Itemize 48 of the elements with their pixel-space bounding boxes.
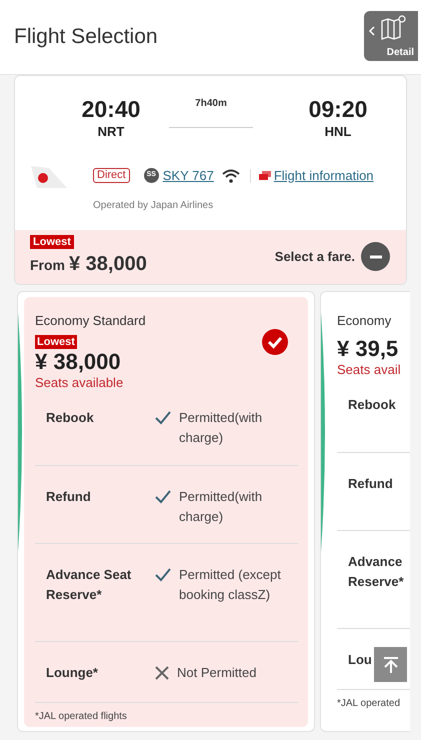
departure-airport: NRT [98, 123, 124, 141]
fare-rule-label: Lou [348, 651, 372, 669]
fare-price: ¥ 39,5 [337, 336, 400, 362]
fare-rule-label: Advance Reserve* [348, 553, 405, 591]
arrival-airport: HNL [324, 123, 352, 141]
map-icon [368, 15, 408, 41]
detail-button[interactable]: Detail [364, 11, 418, 61]
fare-rule-label: Refund [348, 475, 393, 493]
fare-price: ¥ 38,000 [35, 349, 122, 375]
departure-time: 20:40 [82, 96, 140, 122]
footnote: *JAL operated [337, 698, 400, 709]
fare-card[interactable]: Economy ¥ 39,5 Seats avail Rebook Refund Advance Reserve* Lou *JAL operated [320, 290, 410, 732]
fare-rule-label: Lounge* [46, 664, 99, 682]
cross-icon [155, 666, 169, 680]
check-icon [155, 411, 171, 425]
flight-duration: 7h40m [195, 97, 227, 111]
seat-availability: Seats avail [337, 362, 401, 378]
operator-text: Operated by Japan Airlines [93, 200, 214, 210]
arrow-up-icon [382, 656, 400, 674]
check-icon [155, 490, 171, 504]
fare-rule-label: Rebook [348, 396, 396, 414]
fare-rule-label: Refund [46, 488, 92, 506]
fare-name: Economy [337, 312, 392, 330]
check-icon [155, 568, 171, 582]
flight-information-link[interactable]: Flight information [274, 166, 374, 186]
selected-check-icon [262, 328, 288, 354]
seat-availability: Seats available [35, 375, 124, 391]
airline-tail-logo [29, 164, 67, 188]
fare-rule-value: Permitted(with charge) [179, 409, 264, 447]
fare-rule-value: Not Permitted [177, 664, 258, 682]
select-fare-prompt: Select a fare. [274, 248, 355, 266]
scroll-to-top-button[interactable] [374, 647, 407, 682]
fare-rule-value: Permitted(with charge) [179, 488, 264, 526]
fare-name: Economy Standard [35, 312, 146, 330]
aircraft-link[interactable]: SKY 767 [162, 166, 214, 186]
direct-badge: Direct [93, 168, 130, 183]
page-title: Flight Selection [14, 24, 158, 50]
lowest-badge: Lowest [35, 335, 77, 349]
fare-rule-value: Permitted (except booking classZ) [179, 566, 282, 604]
collapse-button[interactable] [361, 242, 390, 271]
fare-rule-label: Rebook [46, 409, 95, 427]
arrival-time: 09:20 [308, 96, 368, 122]
from-price: ¥ 38,000 [69, 252, 147, 276]
from-label: From [30, 256, 65, 274]
footnote: *JAL operated flights [35, 711, 127, 722]
fare-rule-label: Advance Seat Reserve* [46, 566, 132, 604]
lowest-badge: Lowest [30, 234, 74, 248]
info-cards-icon [258, 171, 271, 180]
